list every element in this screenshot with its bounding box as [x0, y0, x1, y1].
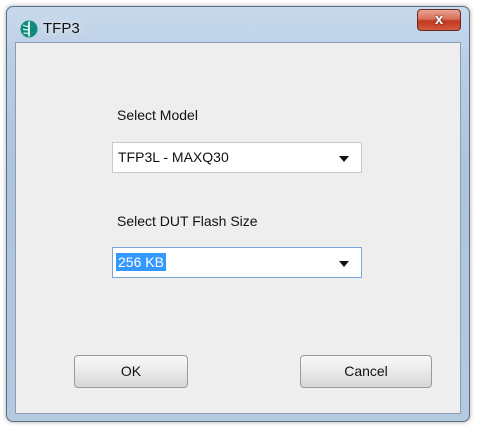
cancel-button[interactable]: Cancel	[300, 355, 432, 388]
model-select-value: TFP3L - MAXQ30	[118, 149, 229, 165]
select-model-label: Select Model	[117, 107, 198, 123]
dialog-content: Select Model TFP3L - MAXQ30 Select DUT F…	[15, 42, 461, 414]
flash-size-select-value: 256 KB	[116, 253, 166, 271]
flash-size-label: Select DUT Flash Size	[117, 213, 258, 229]
dialog-window: TFP3 x Select Model TFP3L - MAXQ30 Selec…	[6, 6, 470, 422]
chevron-down-icon	[339, 261, 349, 267]
app-icon	[20, 20, 38, 38]
window-title: TFP3	[43, 20, 80, 37]
flash-size-select[interactable]: 256 KB	[112, 247, 362, 278]
chevron-down-icon	[339, 156, 349, 162]
ok-button[interactable]: OK	[74, 355, 188, 388]
model-select[interactable]: TFP3L - MAXQ30	[112, 142, 362, 173]
close-button[interactable]: x	[417, 9, 461, 31]
close-icon: x	[434, 11, 444, 28]
